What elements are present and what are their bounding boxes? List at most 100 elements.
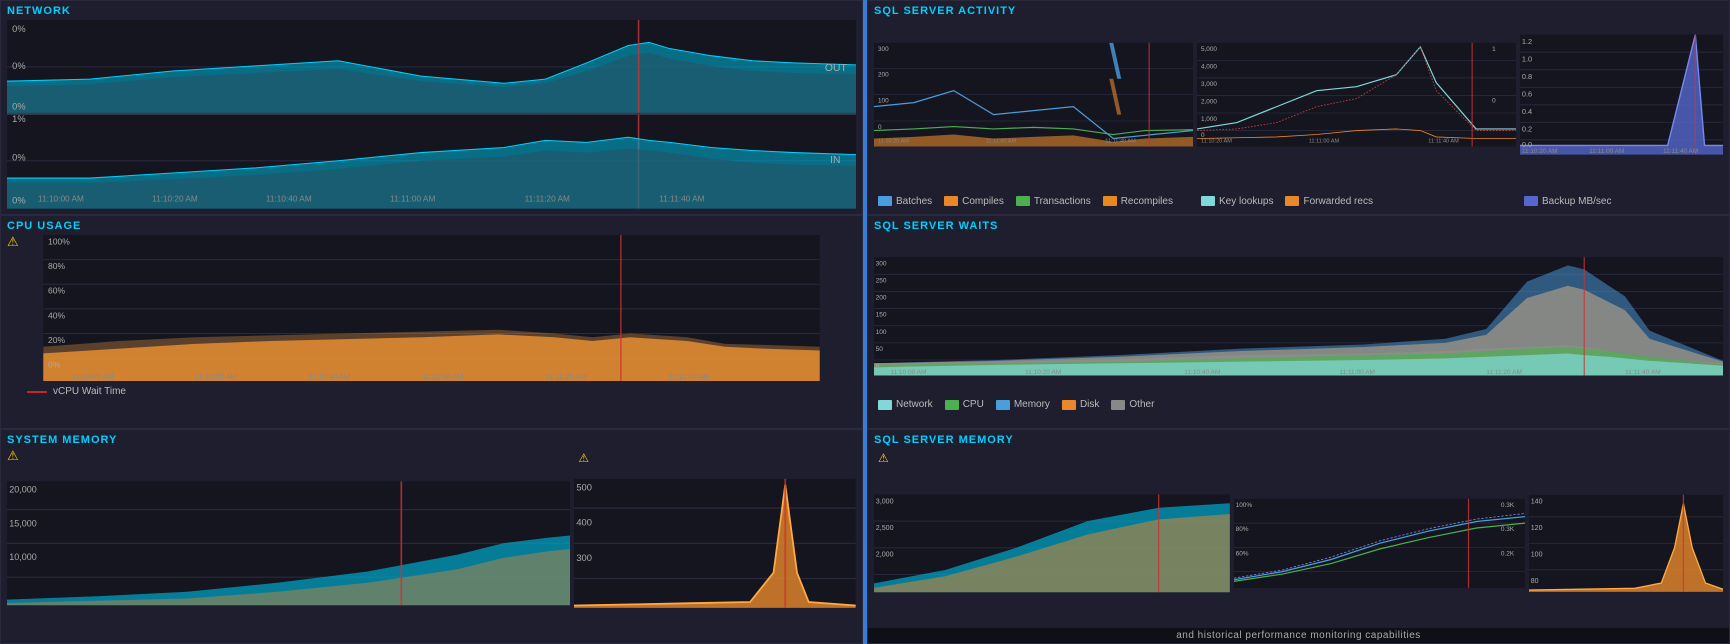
svg-text:0: 0 xyxy=(1492,98,1496,105)
svg-text:0.8: 0.8 xyxy=(1522,72,1532,81)
svg-text:300: 300 xyxy=(577,553,593,563)
transactions-label: Transactions xyxy=(1034,196,1091,207)
svg-text:200: 200 xyxy=(878,71,889,78)
sys-mem-chart1: 20,000 15,000 10,000 xyxy=(7,449,570,638)
svg-text:100%: 100% xyxy=(48,236,70,246)
svg-text:OUT: OUT xyxy=(825,63,848,74)
sys-mem-right-warning: ⚠ xyxy=(578,451,589,465)
svg-text:20%: 20% xyxy=(48,335,65,345)
svg-text:11:10:00 AM: 11:10:00 AM xyxy=(72,372,114,381)
svg-text:11:11:00 AM: 11:11:00 AM xyxy=(1339,369,1375,376)
svg-text:11:10:40 AM: 11:10:40 AM xyxy=(308,372,350,381)
svg-text:80%: 80% xyxy=(48,261,65,271)
svg-text:0.4: 0.4 xyxy=(1522,107,1532,116)
cpu-legend: vCPU Wait Time xyxy=(27,386,856,397)
svg-text:140: 140 xyxy=(1531,499,1543,506)
legend-transactions: Transactions xyxy=(1016,196,1091,207)
svg-text:0%: 0% xyxy=(12,153,25,163)
compiles-color xyxy=(944,196,958,206)
svg-text:300: 300 xyxy=(876,260,887,267)
svg-text:11:11:40 AM: 11:11:40 AM xyxy=(659,195,704,204)
backup-label: Backup MB/sec xyxy=(1542,196,1611,207)
svg-text:500: 500 xyxy=(577,483,593,493)
svg-text:0%: 0% xyxy=(12,196,25,206)
svg-text:11:11:20 AM: 11:11:20 AM xyxy=(1486,369,1522,376)
sql-mem-chart1: 3,000 2,500 2,000 xyxy=(874,449,1230,638)
svg-text:60%: 60% xyxy=(1235,551,1248,558)
legend-memory: Memory xyxy=(996,399,1050,410)
svg-text:11:11:40 AM: 11:11:40 AM xyxy=(668,372,709,381)
sql-waits-chart: 300 250 200 150 100 50 0 11:10:00 AM 11:… xyxy=(874,235,1723,398)
cpu-title: CPU USAGE xyxy=(7,220,856,232)
svg-text:11:11:40 AM: 11:11:40 AM xyxy=(1663,148,1698,155)
dashboard: NETWORK 0% 0% 0% O xyxy=(0,0,1730,644)
sys-mem-sub1: 20,000 15,000 10,000 xyxy=(7,449,570,638)
recompiles-color xyxy=(1103,196,1117,206)
sql-waits-legend: Network CPU Memory Disk Other xyxy=(874,399,1723,410)
svg-text:11:11:00 AM: 11:11:00 AM xyxy=(422,372,463,381)
svg-text:10,000: 10,000 xyxy=(9,553,37,563)
svg-text:11:11:40 AM: 11:11:40 AM xyxy=(1428,139,1459,145)
svg-text:0.2K: 0.2K xyxy=(1501,551,1515,558)
recompiles-label: Recompiles xyxy=(1121,196,1173,207)
legend-recompiles: Recompiles xyxy=(1103,196,1173,207)
bottom-overlay-text: and historical performance monitoring ca… xyxy=(868,628,1729,643)
svg-text:11:11:20 AM: 11:11:20 AM xyxy=(545,372,586,381)
svg-text:0%: 0% xyxy=(12,61,25,71)
svg-text:0.3K: 0.3K xyxy=(1501,527,1515,534)
svg-text:0: 0 xyxy=(876,363,880,370)
sql-activity-title: SQL SERVER ACTIVITY xyxy=(874,5,1723,17)
svg-text:100%: 100% xyxy=(1235,502,1252,509)
svg-text:11:10:40 AM: 11:10:40 AM xyxy=(1184,369,1220,376)
batches-label: Batches xyxy=(896,196,932,207)
svg-text:100: 100 xyxy=(878,98,889,105)
svg-text:11:11:40 AM: 11:11:40 AM xyxy=(1105,139,1136,145)
svg-text:200: 200 xyxy=(876,294,887,301)
svg-text:80%: 80% xyxy=(1235,527,1248,534)
sql-activity-legend3: Backup MB/sec xyxy=(1520,196,1611,207)
other-color xyxy=(1111,400,1125,410)
forwarded-label: Forwarded recs xyxy=(1303,196,1372,207)
svg-text:5,000: 5,000 xyxy=(1201,46,1217,53)
disk-label: Disk xyxy=(1080,399,1099,410)
cpu-panel: CPU USAGE ⚠ 100% 80% 60% 40% xyxy=(0,215,863,430)
network-panel: NETWORK 0% 0% 0% O xyxy=(0,0,863,215)
svg-text:0%: 0% xyxy=(12,24,25,34)
batches-color xyxy=(878,196,892,206)
svg-text:11:11:00 AM: 11:11:00 AM xyxy=(390,195,435,204)
network-svg: 0% 0% 0% OUT 1% 0% 0% IN 11:10:00 AM 11:… xyxy=(7,20,856,209)
legend-backup: Backup MB/sec xyxy=(1524,196,1611,207)
svg-text:11:10:20 AM: 11:10:20 AM xyxy=(1522,148,1558,155)
svg-text:11:10:20 AM: 11:10:20 AM xyxy=(1025,369,1061,376)
svg-text:11:10:40 AM: 11:10:40 AM xyxy=(266,195,312,204)
sql-activity-legend2: Key lookups Forwarded recs xyxy=(1197,196,1373,207)
sql-activity-panel: SQL SERVER ACTIVITY xyxy=(867,0,1730,215)
svg-text:2,000: 2,000 xyxy=(1201,98,1217,105)
keylookups-label: Key lookups xyxy=(1219,196,1273,207)
svg-text:100: 100 xyxy=(876,329,887,336)
sql-activity-legend1: Batches Compiles Transactions Recompiles xyxy=(874,196,1173,207)
sql-memory-panel: SQL SERVER MEMORY ⚠ 3,000 2,500 xyxy=(867,429,1730,644)
sys-mem-sub2: ⚠ 500 400 300 xyxy=(574,449,856,638)
svg-text:0%: 0% xyxy=(48,359,61,369)
forwarded-color xyxy=(1285,196,1299,206)
svg-text:11:11:00 AM: 11:11:00 AM xyxy=(986,139,1017,145)
legend-disk: Disk xyxy=(1062,399,1099,410)
svg-text:11:11:20 AM: 11:11:20 AM xyxy=(525,195,570,204)
sql-activity-chart3: 1.2 1.0 0.8 0.6 0.4 0.2 0.0 11:10:20 AM … xyxy=(1520,20,1723,169)
vcpu-legend-line xyxy=(27,391,47,393)
svg-text:0%: 0% xyxy=(12,102,25,112)
keylookups-color xyxy=(1201,196,1215,206)
system-memory-panel: SYSTEM MEMORY ⚠ 20,000 15,000 xyxy=(0,429,863,644)
legend-forwarded: Forwarded recs xyxy=(1285,196,1372,207)
sql-activity-sub1: 300 200 100 0 11:10:20 AM 11:11:00 AM 11… xyxy=(874,20,1193,207)
svg-text:11:10:00 AM: 11:10:00 AM xyxy=(890,369,926,376)
compiles-label: Compiles xyxy=(962,196,1004,207)
backup-color xyxy=(1524,196,1538,206)
svg-text:11:10:20 AM: 11:10:20 AM xyxy=(878,139,909,145)
cpu-color xyxy=(945,400,959,410)
svg-text:40%: 40% xyxy=(48,310,65,320)
sql-mem-sub1: ⚠ 3,000 2,500 2,000 xyxy=(874,449,1230,638)
sql-mem-sub2: 100% 80% 60% 0.3K 0.3K 0.2K xyxy=(1234,449,1525,638)
disk-color xyxy=(1062,400,1076,410)
